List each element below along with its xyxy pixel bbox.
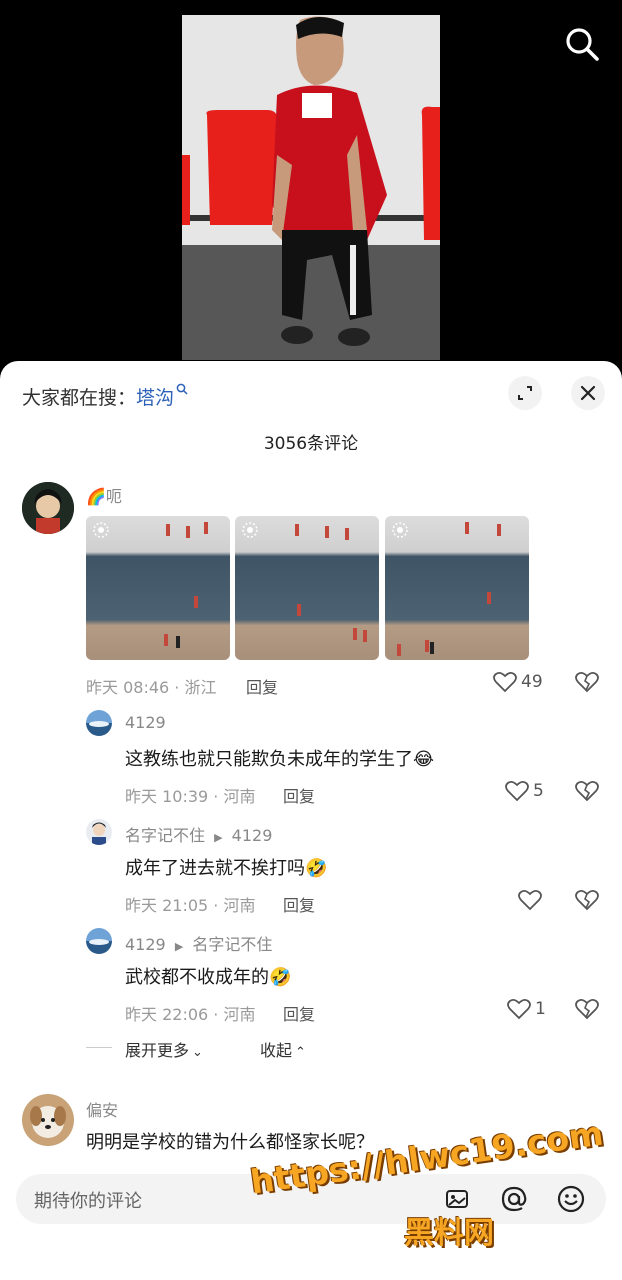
comment-photo-3[interactable] bbox=[385, 516, 529, 660]
comment-username[interactable]: 偏安 bbox=[86, 1097, 118, 1121]
emoji-icon[interactable] bbox=[556, 1184, 586, 1214]
like-count: 49 bbox=[521, 672, 543, 692]
comment-input-placeholder: 期待你的评论 bbox=[34, 1191, 142, 1212]
reply-username[interactable]: 4129 bbox=[125, 713, 166, 732]
reply-button[interactable]: 回复 bbox=[283, 783, 315, 807]
watermark-text: 黑料网 bbox=[404, 1216, 494, 1251]
reply-username[interactable]: 4129 ▶ 名字记不住 bbox=[125, 931, 272, 955]
dislike-icon[interactable] bbox=[575, 780, 599, 802]
reply-to-arrow-icon: ▶ bbox=[174, 940, 184, 953]
mention-icon[interactable] bbox=[500, 1185, 528, 1213]
video-frame bbox=[182, 15, 440, 360]
reply-to-arrow-icon: ▶ bbox=[214, 831, 223, 844]
trending-search[interactable]: 大家都在搜：塔沟 bbox=[22, 383, 188, 410]
live-photo-icon bbox=[242, 522, 258, 538]
like-button[interactable]: 1 bbox=[507, 998, 546, 1020]
comment-photo-1[interactable] bbox=[86, 516, 230, 660]
avatar-image bbox=[22, 482, 74, 534]
reply-button[interactable]: 回复 bbox=[283, 1001, 315, 1025]
heart-icon bbox=[493, 671, 517, 693]
avatar[interactable] bbox=[86, 710, 112, 736]
dislike-icon[interactable] bbox=[575, 889, 599, 911]
trending-keyword[interactable]: 塔沟 bbox=[136, 387, 174, 409]
dislike-icon[interactable] bbox=[575, 998, 599, 1020]
comment-count: 3056条评论 bbox=[263, 434, 359, 454]
heart-icon bbox=[518, 889, 542, 911]
close-icon bbox=[580, 385, 596, 401]
expand-button[interactable] bbox=[508, 376, 542, 410]
expand-icon bbox=[518, 386, 532, 400]
search-icon[interactable] bbox=[564, 26, 600, 62]
expand-more-button[interactable]: 展开更多 ⌄ bbox=[125, 1037, 203, 1061]
reply-username[interactable]: 名字记不住 ▶ 4129 bbox=[125, 822, 272, 846]
live-photo-icon bbox=[93, 522, 109, 538]
chevron-up-icon: ⌃ bbox=[295, 1045, 306, 1060]
like-button[interactable] bbox=[518, 889, 546, 911]
avatar[interactable] bbox=[22, 482, 74, 534]
video-scene bbox=[182, 15, 440, 360]
trending-prefix: 大家都在搜： bbox=[22, 387, 137, 409]
avatar-image bbox=[22, 1094, 74, 1146]
chevron-down-icon: ⌄ bbox=[192, 1045, 203, 1060]
comment-meta: 昨天 08:46 · 浙江 bbox=[86, 678, 217, 697]
close-button[interactable] bbox=[571, 376, 605, 410]
small-search-icon bbox=[176, 383, 188, 395]
avatar-image bbox=[86, 819, 112, 845]
reply-button[interactable]: 回复 bbox=[246, 674, 278, 698]
reply-meta: 昨天 22:06 · 河南 bbox=[125, 1005, 256, 1024]
like-count: 1 bbox=[535, 999, 546, 1019]
avatar-image bbox=[86, 710, 112, 736]
like-count: 5 bbox=[533, 781, 544, 801]
collapse-button[interactable]: 收起 ⌃ bbox=[260, 1037, 306, 1061]
live-photo-icon bbox=[392, 522, 408, 538]
heart-icon bbox=[505, 780, 529, 802]
divider bbox=[86, 1047, 112, 1048]
reply-text: 这教练也就只能欺负未成年的学生了😂 bbox=[125, 749, 435, 770]
avatar-image bbox=[86, 928, 112, 954]
like-button[interactable]: 49 bbox=[493, 671, 543, 693]
comment-username[interactable]: 🌈呃 bbox=[86, 483, 122, 507]
like-button[interactable]: 5 bbox=[505, 780, 544, 802]
reply-text: 成年了进去就不挨打吗🤣 bbox=[125, 858, 328, 879]
dislike-icon[interactable] bbox=[575, 671, 599, 693]
reply-meta: 昨天 21:05 · 河南 bbox=[125, 896, 256, 915]
avatar[interactable] bbox=[86, 819, 112, 845]
reply-text: 武校都不收成年的🤣 bbox=[125, 967, 292, 988]
avatar[interactable] bbox=[22, 1094, 74, 1146]
reply-button[interactable]: 回复 bbox=[283, 892, 315, 916]
avatar[interactable] bbox=[86, 928, 112, 954]
reply-meta: 昨天 10:39 · 河南 bbox=[125, 787, 256, 806]
heart-icon bbox=[507, 998, 531, 1020]
comment-text: 明明是学校的错为什么都怪家长呢？ bbox=[86, 1132, 374, 1153]
comment-photo-2[interactable] bbox=[235, 516, 379, 660]
video-player[interactable] bbox=[0, 0, 622, 365]
